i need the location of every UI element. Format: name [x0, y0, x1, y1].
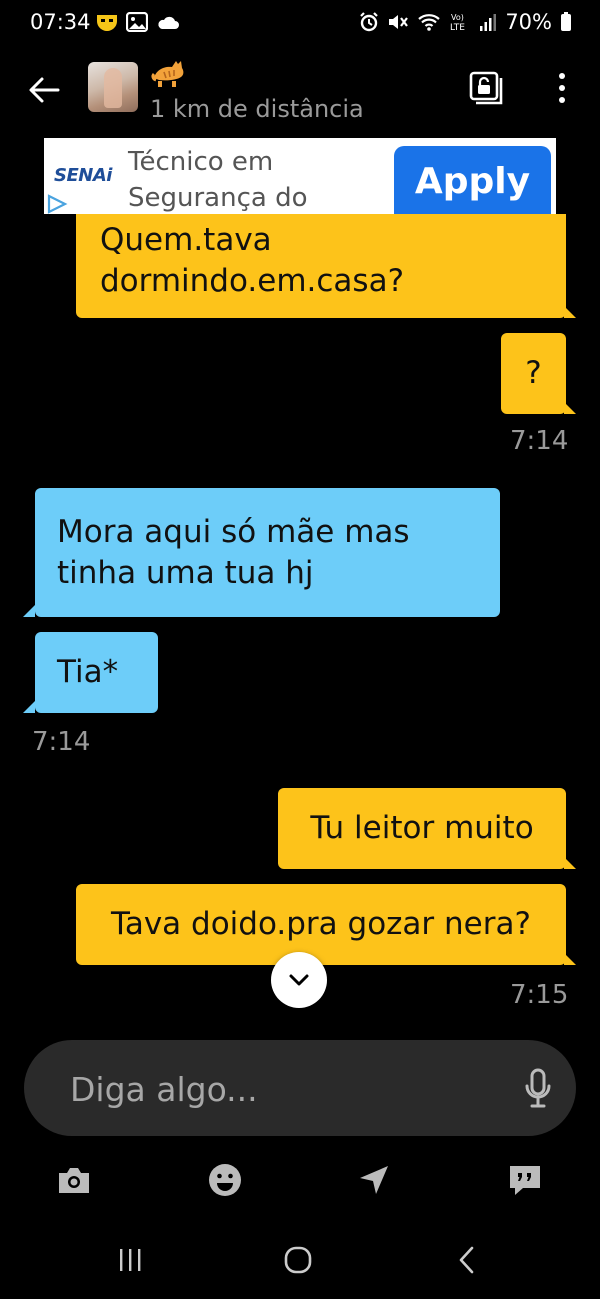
location-arrow-icon	[360, 1166, 388, 1194]
svg-text:Vo): Vo)	[451, 13, 464, 22]
message-bubble-received[interactable]: Mora aqui só mãe mas tinha uma tua hj	[35, 488, 500, 617]
camera-icon	[59, 1168, 89, 1193]
scroll-to-bottom-button[interactable]	[271, 952, 327, 1008]
message-text: Tia*	[57, 654, 119, 690]
message-bubble-sent[interactable]: Tava doido.pra gozar nera?	[76, 884, 566, 965]
grindr-mask-icon	[97, 15, 117, 31]
message-bubble-sent[interactable]: Quem.tava dormindo.em.casa?	[76, 214, 566, 318]
distance-label: 1 km de distância	[150, 95, 364, 123]
chevron-down-icon	[289, 974, 309, 986]
profile-avatar[interactable]	[88, 62, 138, 112]
battery-icon	[561, 12, 571, 31]
gallery-icon	[126, 12, 148, 32]
ad-text: Técnico em Segurança do	[128, 147, 308, 213]
message-timestamp: 7:14	[510, 426, 569, 456]
bubble-tail	[564, 402, 576, 414]
ad-brand-logo: SENAi	[54, 165, 112, 186]
svg-text:LTE: LTE	[450, 23, 465, 32]
bubble-tail	[23, 605, 35, 617]
quick-phrases-icon	[510, 1166, 540, 1195]
status-notification-icons	[96, 12, 180, 32]
bubble-tail	[564, 306, 576, 318]
alarm-icon	[360, 12, 379, 32]
message-text: Mora aqui só mãe mas tinha uma tua hj	[57, 514, 410, 591]
bubble-tail	[564, 953, 576, 965]
recent-apps-icon	[120, 1249, 141, 1271]
emoji-button[interactable]	[205, 1160, 245, 1200]
message-bubble-sent[interactable]: ?	[501, 333, 566, 414]
back-arrow-icon[interactable]	[24, 70, 64, 110]
back-nav-icon	[459, 1246, 474, 1274]
mute-icon	[389, 15, 409, 29]
message-bubble-sent[interactable]: Tu leitor muito	[278, 788, 566, 869]
message-bubble-received[interactable]: Tia*	[35, 632, 158, 713]
recent-apps-button[interactable]	[110, 1240, 150, 1280]
message-text: Quem.tava dormindo.em.casa?	[100, 222, 405, 299]
cloud-icon	[158, 16, 179, 29]
wifi-icon	[418, 14, 441, 31]
private-album-icon[interactable]	[468, 70, 504, 106]
message-text: Tava doido.pra gozar nera?	[111, 906, 531, 942]
volte-icon: Vo)LTE	[450, 13, 465, 32]
more-options-icon[interactable]	[550, 70, 574, 106]
smiley-icon	[209, 1164, 241, 1196]
message-timestamp: 7:14	[32, 727, 91, 757]
bubble-tail	[23, 701, 35, 713]
ad-apply-button[interactable]: Apply	[394, 146, 551, 216]
message-timestamp: 7:15	[510, 980, 569, 1010]
signal-icon	[480, 14, 497, 31]
battery-percent: 70%	[505, 10, 552, 34]
saved-phrases-button[interactable]	[505, 1160, 545, 1200]
status-system-icons: Vo) LTE 70%	[359, 10, 572, 34]
send-location-button[interactable]	[354, 1160, 394, 1200]
microphone-icon[interactable]	[522, 1068, 554, 1110]
status-time: 07:34	[30, 10, 91, 34]
message-text: ?	[525, 355, 542, 391]
message-text: Tu leitor muito	[310, 810, 534, 846]
home-icon	[284, 1246, 312, 1274]
cat-emoji-icon	[151, 61, 184, 87]
bubble-tail	[564, 857, 576, 869]
home-button[interactable]	[278, 1240, 318, 1280]
adchoices-icon[interactable]	[46, 194, 68, 214]
back-nav-button[interactable]	[447, 1240, 487, 1280]
camera-button[interactable]	[54, 1160, 94, 1200]
message-input[interactable]	[68, 1062, 492, 1116]
